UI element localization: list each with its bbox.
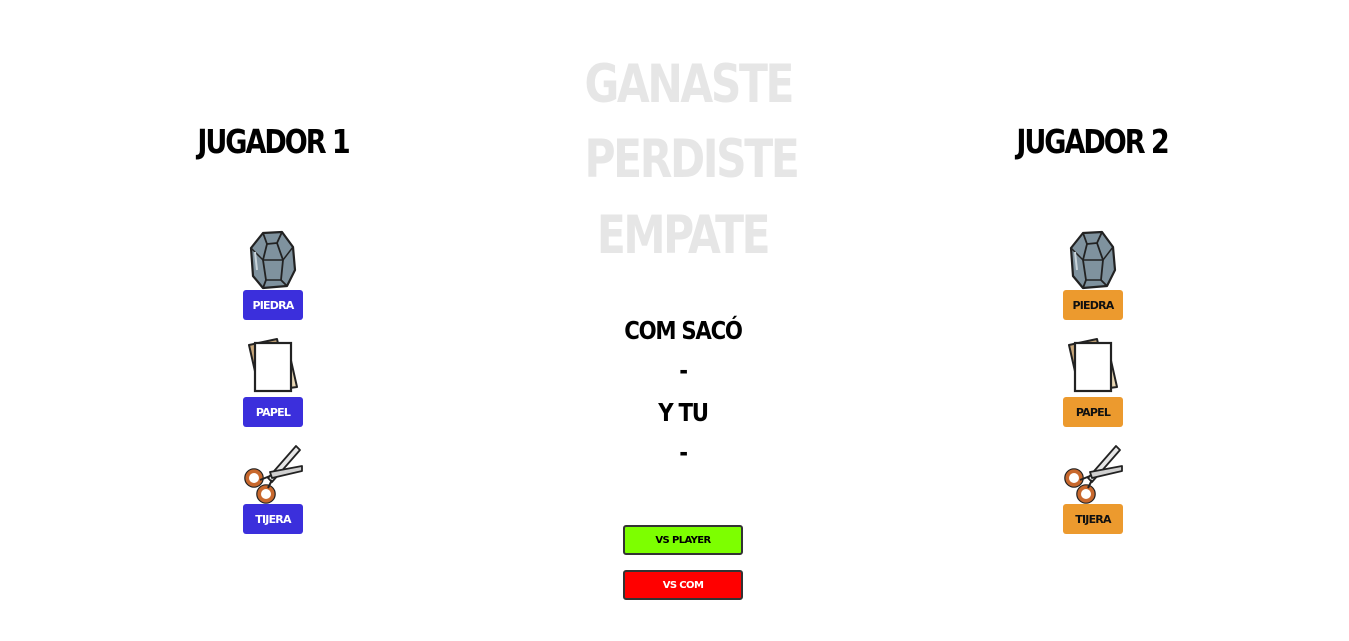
player2-paper-choice: PAPEL [1053, 335, 1133, 427]
player2-piedra-button[interactable]: PIEDRA [1063, 290, 1123, 320]
rock-icon[interactable] [1053, 228, 1133, 290]
your-choice-value: - [679, 438, 688, 467]
scissors-icon[interactable] [233, 442, 313, 504]
player1-rock-choice: PIEDRA [233, 228, 313, 320]
paper-icon[interactable] [1053, 335, 1133, 397]
paper-icon[interactable] [233, 335, 313, 397]
rock-icon[interactable] [233, 228, 313, 290]
player1-tijera-button[interactable]: TIJERA [243, 504, 303, 534]
vs-player-button[interactable]: VS PLAYER [623, 525, 743, 555]
result-lose-text: PERDISTE [584, 129, 800, 190]
player1-papel-button[interactable]: PAPEL [243, 397, 303, 427]
player2-scissors-choice: TIJERA [1053, 442, 1133, 534]
your-choice-label: Y TU [658, 398, 709, 427]
player2-title: JUGADOR 2 [1016, 122, 1169, 161]
player1-scissors-choice: TIJERA [233, 442, 313, 534]
player1-title: JUGADOR 1 [197, 122, 350, 161]
player2-tijera-button[interactable]: TIJERA [1063, 504, 1123, 534]
player1-piedra-button[interactable]: PIEDRA [243, 290, 303, 320]
result-draw-text: EMPATE [596, 205, 771, 266]
vs-com-button[interactable]: VS COM [623, 570, 743, 600]
player1-paper-choice: PAPEL [233, 335, 313, 427]
com-choice-label: COM SACÓ [624, 316, 743, 345]
scissors-icon[interactable] [1053, 442, 1133, 504]
result-win-text: GANASTE [584, 54, 795, 115]
player2-rock-choice: PIEDRA [1053, 228, 1133, 320]
player2-papel-button[interactable]: PAPEL [1063, 397, 1123, 427]
game-page: JUGADOR 1 PIEDRA PAPEL TIJERA GANASTE PE… [0, 0, 1349, 641]
com-choice-value: - [679, 356, 688, 385]
